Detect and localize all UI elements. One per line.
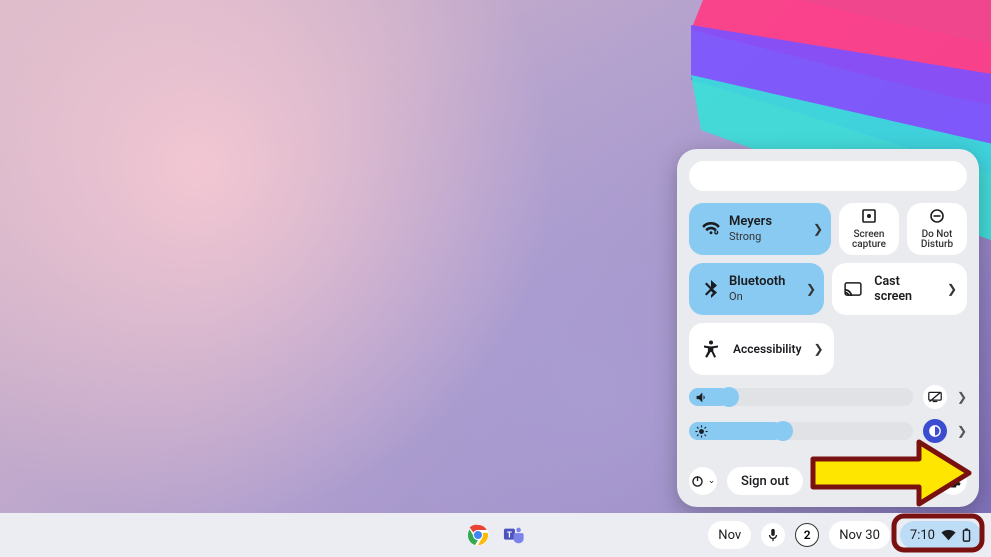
bluetooth-icon [701, 280, 721, 298]
shelf-month[interactable]: Nov [708, 521, 751, 549]
accessibility-icon [701, 340, 721, 358]
shelf-time: 7:10 [910, 528, 935, 543]
volume-icon [695, 391, 708, 404]
brightness-icon [695, 425, 708, 438]
dnd-tile[interactable]: Do NotDisturb [907, 203, 967, 255]
accessibility-label: Accessibility [733, 342, 802, 356]
power-button[interactable]: ⌄ [689, 467, 717, 495]
wifi-icon [941, 530, 956, 541]
sign-out-button[interactable]: Sign out [727, 467, 803, 495]
shelf: T Nov 2 Nov 30 7:10 [0, 513, 991, 557]
svg-text:T: T [506, 530, 511, 540]
bluetooth-status: On [729, 291, 798, 303]
desktop: Meyers Strong ❯ Screencapture Do NotDist… [0, 0, 991, 557]
wifi-tile[interactable]: Meyers Strong ❯ [689, 203, 831, 255]
shelf-date[interactable]: Nov 30 [829, 521, 890, 549]
brightness-slider[interactable] [689, 422, 913, 440]
cast-tile[interactable]: Cast screen ❯ [832, 263, 967, 315]
quick-settings-search[interactable] [689, 161, 967, 191]
cast-icon [844, 282, 862, 296]
battery-icon [962, 528, 971, 542]
chevron-right-icon[interactable]: ❯ [957, 424, 967, 438]
screen-capture-icon [861, 208, 877, 228]
volume-slider[interactable] [689, 388, 913, 406]
audio-output-button[interactable] [923, 385, 947, 409]
chevron-right-icon[interactable]: ❯ [947, 282, 957, 296]
notification-badge[interactable]: 2 [795, 523, 819, 547]
dnd-icon [929, 208, 945, 228]
settings-button[interactable] [939, 467, 967, 495]
bluetooth-label: Bluetooth [729, 275, 798, 289]
wifi-signal: Strong [729, 231, 805, 243]
wifi-icon [701, 222, 721, 236]
quick-settings-footer: ⌄ Sign out [689, 465, 967, 497]
chevron-right-icon[interactable]: ❯ [957, 390, 967, 404]
chrome-icon[interactable] [466, 523, 490, 547]
wifi-name: Meyers [729, 215, 805, 229]
chevron-right-icon[interactable]: ❯ [806, 282, 816, 296]
cast-label: Cast screen [874, 274, 935, 304]
bluetooth-tile[interactable]: Bluetooth On ❯ [689, 263, 824, 315]
chevron-right-icon[interactable]: ❯ [813, 222, 823, 236]
mic-icon[interactable] [761, 523, 785, 547]
status-tray[interactable]: 7:10 [900, 521, 981, 549]
night-light-button[interactable] [923, 419, 947, 443]
teams-icon[interactable]: T [502, 523, 526, 547]
quick-settings-panel: Meyers Strong ❯ Screencapture Do NotDist… [677, 149, 979, 507]
chevron-right-icon[interactable]: ❯ [814, 342, 824, 356]
gear-icon [946, 474, 961, 489]
screen-capture-tile[interactable]: Screencapture [839, 203, 899, 255]
accessibility-tile[interactable]: Accessibility ❯ [689, 323, 834, 375]
